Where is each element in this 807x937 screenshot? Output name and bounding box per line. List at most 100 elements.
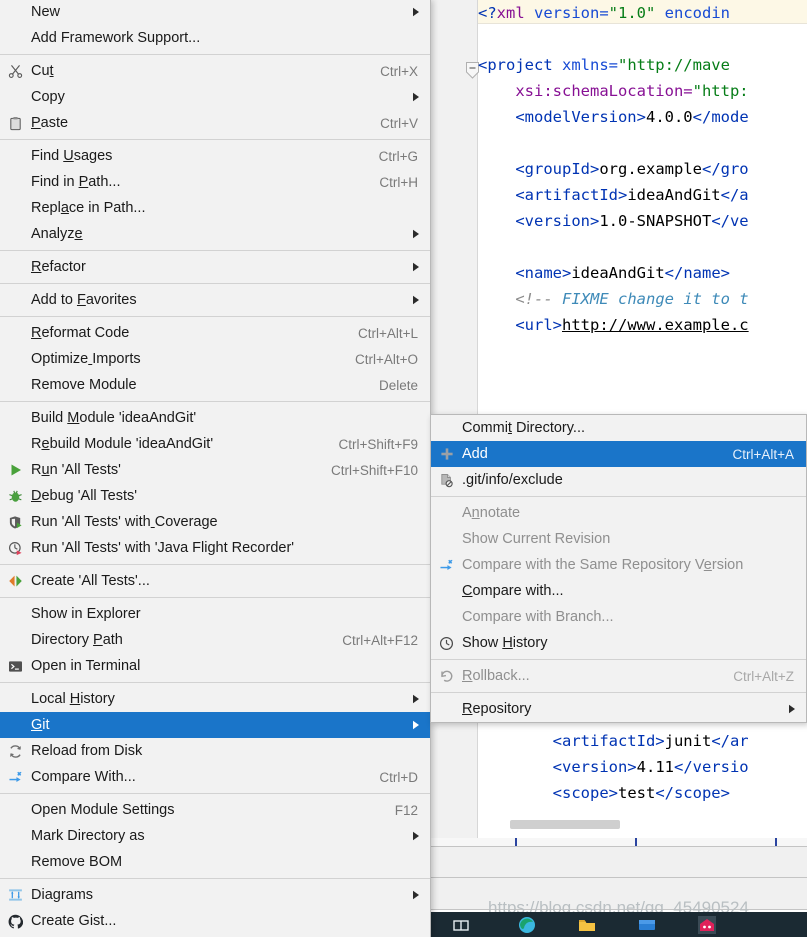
- context-menu-item-add-to-favorites[interactable]: Add to Favorites: [0, 287, 430, 313]
- project-context-menu[interactable]: New Add Framework Support... Cut Ctrl+X Copy…: [0, 0, 431, 937]
- context-menu-item-run-all-tests-with-coverage[interactable]: Run 'All Tests' with Coverage: [0, 509, 430, 535]
- editor-horizontal-scrollbar[interactable]: [510, 820, 620, 829]
- taskbar-edge-icon[interactable]: [518, 916, 536, 934]
- context-menu-item-open-in-terminal[interactable]: Open in Terminal: [0, 653, 430, 679]
- menu-item-label: Show History: [462, 635, 548, 651]
- menu-item-icon-empty: [0, 405, 31, 431]
- chevron-right-icon: [406, 694, 420, 704]
- menu-item-label: Annotate: [462, 505, 521, 521]
- menu-item-label: Git: [31, 717, 50, 733]
- context-menu-item-run-all-tests[interactable]: Run 'All Tests' Ctrl+Shift+F10: [0, 457, 430, 483]
- context-menu-item-mark-directory-as[interactable]: Mark Directory as: [0, 823, 430, 849]
- menu-item-label: Refactor: [31, 259, 86, 275]
- menu-item-label: Open in Terminal: [31, 658, 141, 674]
- context-menu-item-build-module-ideaandgit[interactable]: Build Module 'ideaAndGit': [0, 405, 430, 431]
- menu-item-icon-empty: [0, 346, 31, 372]
- context-menu-item-remove-bom[interactable]: Remove BOM: [0, 849, 430, 875]
- menu-item-label: Reformat Code: [31, 325, 130, 341]
- context-menu-item-open-module-settings[interactable]: Open Module Settings F12: [0, 797, 430, 823]
- menu-item-icon-empty: [0, 431, 31, 457]
- clipboard-icon: [0, 110, 31, 136]
- context-menu-item-reload-from-disk[interactable]: Reload from Disk: [0, 738, 430, 764]
- coverage-icon: [0, 509, 31, 535]
- context-menu-item-analyze[interactable]: Analyze: [0, 221, 430, 247]
- menu-item-shortcut: Ctrl+Shift+F9: [338, 436, 418, 452]
- git-submenu-item-add[interactable]: Add Ctrl+Alt+A: [431, 441, 806, 467]
- git-submenu-item-compare-with-branch: Compare with Branch...: [431, 604, 806, 630]
- context-menu-item-git[interactable]: Git: [0, 712, 430, 738]
- code-line: <url>http://www.example.c: [515, 316, 749, 334]
- ignore-file-icon: [431, 467, 462, 493]
- menu-separator: [0, 597, 430, 598]
- code-line: <!-- FIXME change it to t: [515, 290, 749, 308]
- menu-item-label: Local History: [31, 691, 115, 707]
- context-menu-item-find-in-path[interactable]: Find in Path... Ctrl+H: [0, 169, 430, 195]
- context-menu-item-add-framework-support[interactable]: Add Framework Support...: [0, 25, 430, 51]
- context-menu-item-rebuild-module-ideaandgit[interactable]: Rebuild Module 'ideaAndGit' Ctrl+Shift+F9: [0, 431, 430, 457]
- menu-item-label: Compare with...: [462, 583, 564, 599]
- context-menu-item-find-usages[interactable]: Find Usages Ctrl+G: [0, 143, 430, 169]
- chevron-right-icon: [406, 92, 420, 102]
- profiler-icon: [0, 535, 31, 561]
- context-menu-item-paste[interactable]: Paste Ctrl+V: [0, 110, 430, 136]
- menu-item-label: Diagrams: [31, 887, 94, 903]
- menu-separator: [431, 659, 806, 660]
- taskbar-app-blue-icon[interactable]: [638, 916, 656, 934]
- menu-item-label: Analyze: [31, 226, 83, 242]
- context-menu-item-directory-path[interactable]: Directory Path Ctrl+Alt+F12: [0, 627, 430, 653]
- context-menu-item-optimize-imports[interactable]: Optimize Imports Ctrl+Alt+O: [0, 346, 430, 372]
- context-menu-item-run-all-tests-with-java-flight-recorder[interactable]: Run 'All Tests' with 'Java Flight Record…: [0, 535, 430, 561]
- menu-separator: [0, 401, 430, 402]
- context-menu-item-debug-all-tests[interactable]: Debug 'All Tests': [0, 483, 430, 509]
- chevron-right-icon: [782, 704, 796, 714]
- menu-item-label: .git/info/exclude: [462, 472, 563, 488]
- context-menu-item-diagrams[interactable]: Diagrams: [0, 882, 430, 908]
- context-menu-item-create-all-tests[interactable]: Create 'All Tests'...: [0, 568, 430, 594]
- menu-item-label: Add to Favorites: [31, 292, 137, 308]
- taskbar-explorer-icon[interactable]: [578, 916, 596, 934]
- context-menu-item-show-in-explorer[interactable]: Show in Explorer: [0, 601, 430, 627]
- menu-item-label: Find in Path...: [31, 174, 121, 190]
- taskbar-start-icon[interactable]: [452, 916, 470, 934]
- git-submenu-item-commit-directory[interactable]: Commit Directory...: [431, 415, 806, 441]
- menu-item-label: Find Usages: [31, 148, 113, 164]
- menu-separator: [0, 793, 430, 794]
- git-submenu-item-git-info-exclude[interactable]: .git/info/exclude: [431, 467, 806, 493]
- git-submenu-item-show-history[interactable]: Show History: [431, 630, 806, 656]
- menu-item-icon-empty: [0, 823, 31, 849]
- reload-icon: [0, 738, 31, 764]
- context-menu-item-create-gist[interactable]: Create Gist...: [0, 908, 430, 934]
- git-submenu-item-compare-with[interactable]: Compare with...: [431, 578, 806, 604]
- context-menu-item-copy[interactable]: Copy: [0, 84, 430, 110]
- create-config-icon: [0, 568, 31, 594]
- menu-item-label: Directory Path: [31, 632, 123, 648]
- menu-item-icon-empty: [0, 601, 31, 627]
- windows-taskbar[interactable]: [430, 912, 807, 937]
- menu-item-icon-empty: [0, 627, 31, 653]
- menu-item-icon-empty: [0, 254, 31, 280]
- menu-item-label: Run 'All Tests' with Coverage: [31, 514, 218, 530]
- editor-bottom-pane-upper: [430, 846, 807, 878]
- context-menu-item-local-history[interactable]: Local History: [0, 686, 430, 712]
- git-submenu-item-repository[interactable]: Repository: [431, 696, 806, 722]
- context-menu-item-reformat-code[interactable]: Reformat Code Ctrl+Alt+L: [0, 320, 430, 346]
- context-menu-item-compare-with[interactable]: Compare With... Ctrl+D: [0, 764, 430, 790]
- menu-item-shortcut: Ctrl+Alt+A: [732, 446, 794, 462]
- context-menu-item-refactor[interactable]: Refactor: [0, 254, 430, 280]
- diagrams-icon: [0, 882, 31, 908]
- context-menu-item-replace-in-path[interactable]: Replace in Path...: [0, 195, 430, 221]
- menu-item-icon-empty: [431, 696, 462, 722]
- menu-item-label: Repository: [462, 701, 532, 717]
- code-line: <scope>test</scope>: [552, 784, 730, 802]
- context-menu-item-new[interactable]: New: [0, 0, 430, 25]
- menu-item-label: Build Module 'ideaAndGit': [31, 410, 197, 426]
- context-menu-item-remove-module[interactable]: Remove Module Delete: [0, 372, 430, 398]
- menu-separator: [431, 496, 806, 497]
- taskbar-app-red-icon[interactable]: [698, 916, 716, 934]
- code-line: <groupId>org.example</gro: [515, 160, 749, 178]
- git-submenu[interactable]: Commit Directory... Add Ctrl+Alt+A .git/inf…: [430, 414, 807, 723]
- context-menu-item-cut[interactable]: Cut Ctrl+X: [0, 58, 430, 84]
- menu-item-shortcut: Ctrl+D: [379, 769, 418, 785]
- menu-item-shortcut: Ctrl+Shift+F10: [330, 462, 418, 478]
